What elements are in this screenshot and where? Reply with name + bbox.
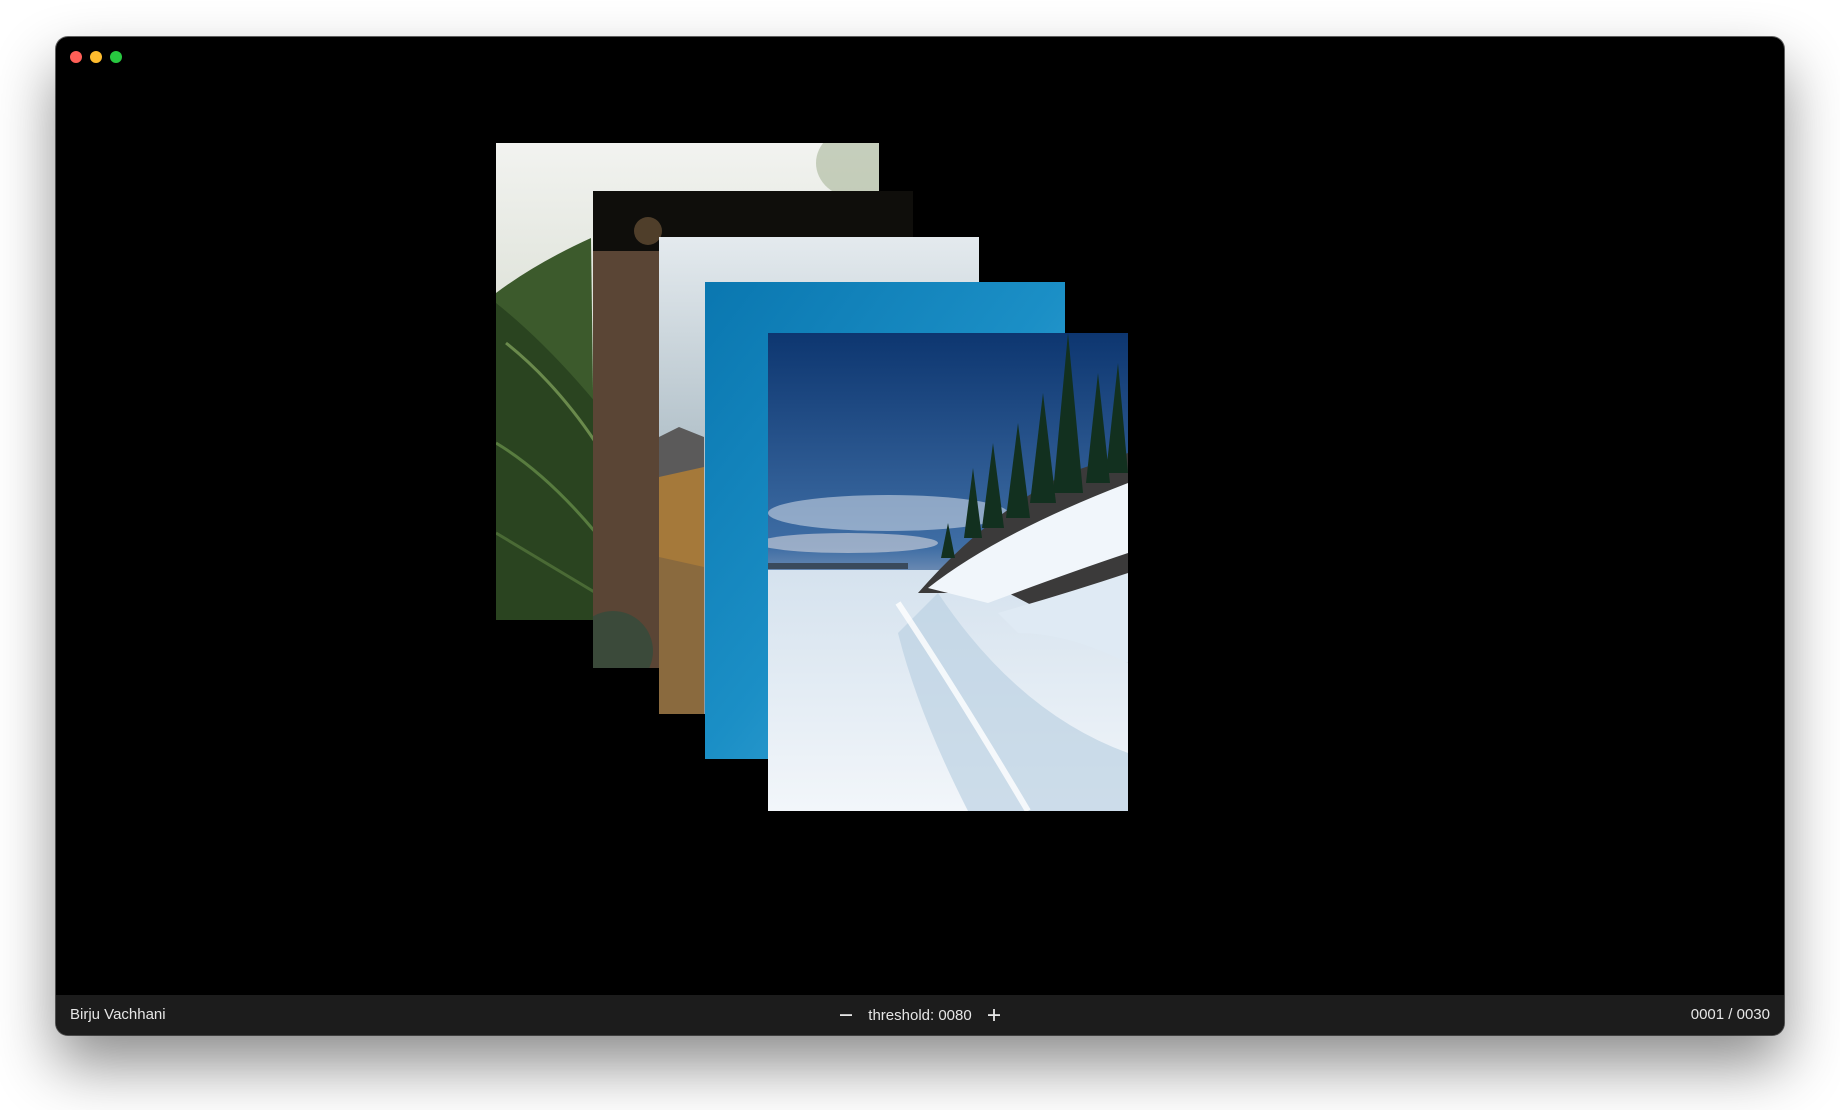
status-bar: Birju Vachhani threshold: 0080 0001 / 00… [56, 995, 1784, 1035]
photo-counter: 0001 / 0030 [1690, 1006, 1770, 1023]
app-window: Birju Vachhani threshold: 0080 0001 / 00… [56, 37, 1784, 1035]
threshold-increment-button[interactable] [986, 1007, 1002, 1023]
threshold-label: threshold: 0080 [868, 1006, 972, 1024]
plus-icon [987, 1009, 1000, 1021]
photo-stack [56, 37, 1784, 995]
threshold-control: threshold: 0080 [56, 995, 1784, 1035]
photo-card-frozen-lake[interactable] [768, 333, 1128, 811]
threshold-decrement-button[interactable] [838, 1007, 854, 1023]
frozen-lake-photo [768, 333, 1128, 811]
minus-icon [840, 1014, 853, 1016]
